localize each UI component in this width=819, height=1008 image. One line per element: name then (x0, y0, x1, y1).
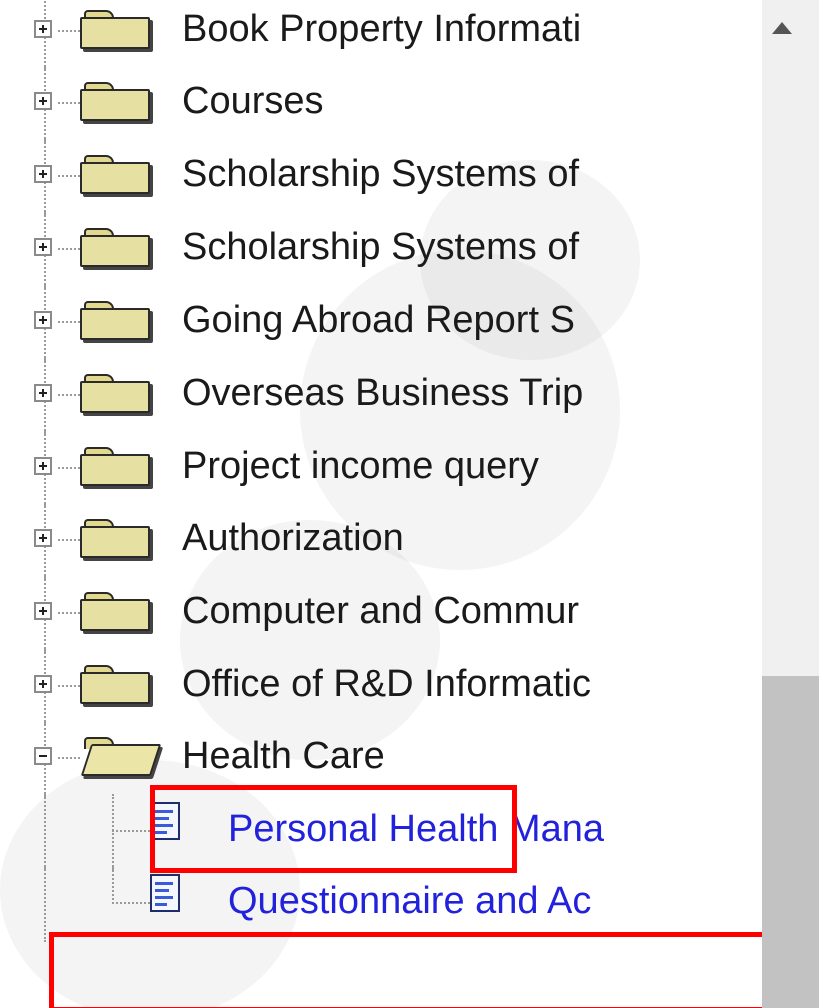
folder-icon (80, 447, 150, 486)
folder-icon (80, 374, 150, 413)
tree-folder-item[interactable]: Project income query (0, 431, 762, 507)
tree-branch-line (58, 394, 80, 396)
tree-branch-line (58, 612, 80, 614)
tree-connector-line (44, 866, 46, 942)
tree-connector-line (44, 794, 46, 870)
minus-box-icon[interactable] (34, 747, 52, 765)
tree-branch-line (58, 175, 80, 177)
tree-item-label[interactable]: Project income query (182, 441, 539, 491)
navigation-tree: Book Property Informati Courses Scholarshi… (0, 0, 762, 1008)
tree-item-label[interactable]: Overseas Business Trip (182, 368, 583, 418)
tree-folder-item[interactable]: Health Care (0, 721, 762, 797)
folder-icon (80, 665, 150, 704)
plus-box-icon[interactable] (34, 165, 52, 183)
folder-icon (80, 592, 150, 631)
tree-branch-line (112, 830, 150, 832)
tree-folder-item[interactable]: Courses (0, 66, 762, 142)
plus-box-icon[interactable] (34, 675, 52, 693)
tree-branch-line (58, 30, 80, 32)
tree-branch-line (58, 248, 80, 250)
plus-box-icon[interactable] (34, 602, 52, 620)
plus-box-icon[interactable] (34, 238, 52, 256)
tree-item-label[interactable]: Going Abroad Report S (182, 295, 575, 345)
tree-item-label[interactable]: Book Property Informati (182, 4, 581, 54)
tree-branch-line (58, 685, 80, 687)
tree-folder-item[interactable]: Office of R&D Informatic (0, 649, 762, 725)
folder-icon (80, 519, 150, 558)
tree-folder-item[interactable]: Computer and Commur (0, 576, 762, 652)
plus-box-icon[interactable] (34, 529, 52, 547)
tree-item-link[interactable]: Questionnaire and Ac (228, 876, 591, 926)
document-icon (150, 802, 184, 842)
plus-box-icon[interactable] (34, 384, 52, 402)
tree-branch-line (58, 539, 80, 541)
folder-icon (80, 10, 150, 49)
scrollbar-thumb[interactable] (762, 676, 819, 1008)
plus-box-icon[interactable] (34, 457, 52, 475)
plus-box-icon[interactable] (34, 20, 52, 38)
tree-item-label[interactable]: Authorization (182, 513, 404, 563)
tree-folder-item[interactable]: Going Abroad Report S (0, 285, 762, 361)
tree-folder-item[interactable]: Scholarship Systems of (0, 139, 762, 215)
tree-item-label[interactable]: Office of R&D Informatic (182, 659, 591, 709)
tree-folder-item[interactable]: Overseas Business Trip (0, 358, 762, 434)
folder-icon (80, 82, 150, 121)
tree-branch-line (58, 467, 80, 469)
tree-folder-item[interactable]: Scholarship Systems of (0, 212, 762, 288)
folder-icon (80, 301, 150, 340)
scroll-up-arrow-icon[interactable] (772, 22, 792, 34)
folder-icon (80, 737, 162, 776)
tree-branch-line (58, 321, 80, 323)
plus-box-icon[interactable] (34, 92, 52, 110)
plus-box-icon[interactable] (34, 311, 52, 329)
highlight-box-questionnaire (49, 932, 762, 1008)
tree-connector-line (112, 794, 114, 870)
tree-document-item[interactable]: Questionnaire and Ac (0, 866, 762, 942)
tree-item-link[interactable]: Personal Health Mana (228, 804, 604, 854)
tree-item-label[interactable]: Scholarship Systems of (182, 222, 579, 272)
tree-item-label[interactable]: Scholarship Systems of (182, 149, 579, 199)
tree-connector-line (112, 866, 114, 904)
tree-branch-line (58, 757, 80, 759)
tree-branch-line (112, 902, 150, 904)
tree-folder-item[interactable]: Authorization (0, 503, 762, 579)
document-icon (150, 874, 184, 914)
tree-item-label[interactable]: Computer and Commur (182, 586, 579, 636)
vertical-scrollbar[interactable] (762, 0, 819, 1008)
folder-icon (80, 228, 150, 267)
tree-folder-item[interactable]: Book Property Informati (0, 0, 762, 70)
folder-icon (80, 155, 150, 194)
tree-branch-line (58, 102, 80, 104)
tree-document-item[interactable]: Personal Health Mana (0, 794, 762, 870)
tree-item-label[interactable]: Health Care (182, 731, 385, 781)
tree-item-label[interactable]: Courses (182, 76, 324, 126)
